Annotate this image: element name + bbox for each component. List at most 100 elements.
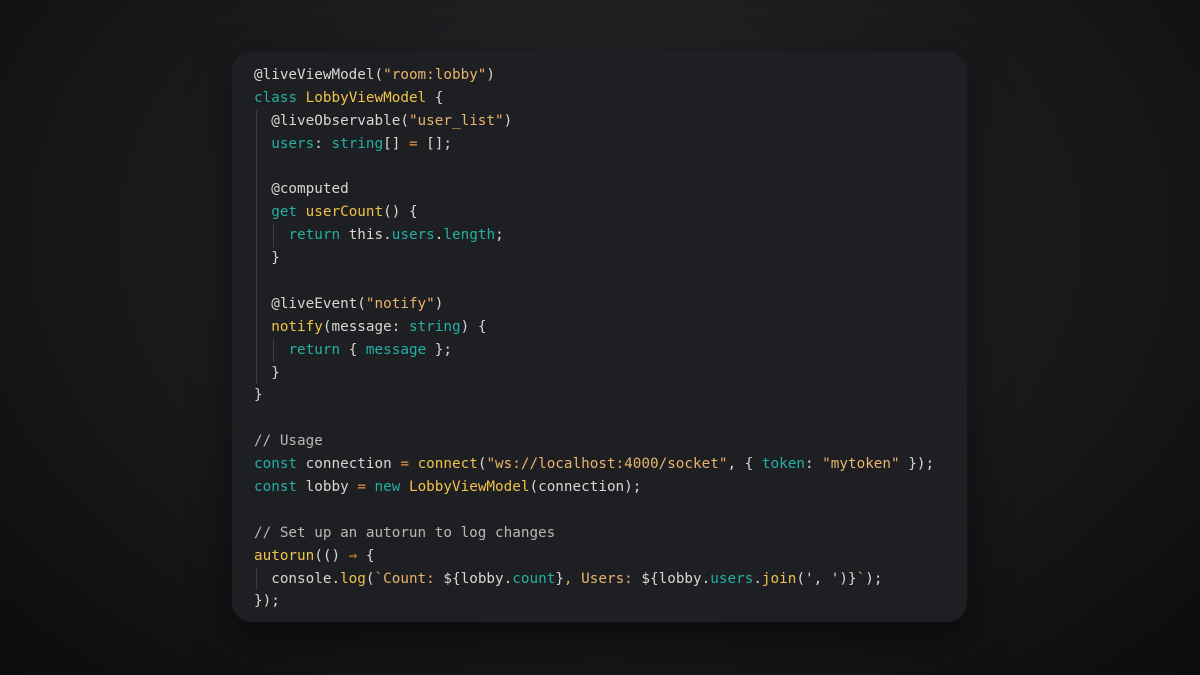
code-token: )	[486, 67, 496, 83]
code-token: string	[331, 135, 384, 152]
code-token: return	[288, 341, 349, 358]
code-line: class LobbyViewModel {	[254, 87, 934, 110]
indent-guide	[256, 338, 257, 362]
indent-guide	[256, 132, 257, 156]
code-line: return this.users.length;	[254, 224, 934, 248]
indent-guide	[273, 338, 275, 362]
code-token: users	[391, 227, 435, 244]
code-token: LobbyViewModel	[305, 89, 427, 106]
code-token: {	[348, 341, 366, 358]
code-token: length	[443, 227, 496, 244]
code-token: @liveEvent(	[254, 295, 366, 312]
code-line: // Set up an autorun to log changes	[254, 522, 934, 545]
code-token: users	[710, 570, 754, 587]
code-token: "ws://localhost:4000/socket"	[486, 456, 728, 473]
indent-guide	[256, 567, 257, 591]
code-token: LobbyViewModel	[408, 479, 530, 496]
code-line: }	[254, 361, 934, 385]
code-line	[254, 270, 934, 293]
code-token: return	[288, 227, 349, 244]
code-line: autorun(() ⇒ {	[254, 545, 934, 568]
code-token: }	[254, 387, 263, 404]
code-token: () {	[383, 204, 418, 221]
indent-guide	[256, 361, 257, 385]
code-line: console.log(`Count: ${lobby.count}, User…	[254, 567, 934, 591]
code-token: [];	[417, 135, 453, 152]
code-token: }	[555, 570, 564, 587]
code-token: autorun	[254, 547, 315, 564]
indent-guide	[256, 270, 257, 293]
code-line: notify(message: string) {	[254, 315, 934, 339]
code-line: get userCount() {	[254, 201, 934, 225]
code-line: @liveEvent("notify")	[254, 292, 934, 316]
code-token: get	[271, 204, 306, 221]
code-token: "mytoken"	[822, 456, 900, 473]
indent-guide	[256, 109, 257, 133]
indent-guide	[256, 178, 257, 202]
indent-guide	[256, 155, 257, 179]
code-line: }	[254, 247, 934, 271]
code-token: console.	[254, 570, 341, 587]
code-token: ;	[495, 227, 504, 244]
code-token: connection	[305, 456, 401, 473]
code-token: users	[271, 135, 315, 152]
code-token: @liveViewModel(	[254, 67, 384, 83]
code-line: });	[254, 590, 934, 613]
code-snippet-card: @liveViewModel("room:lobby") class LobbyV…	[232, 52, 967, 622]
code-token: =	[357, 479, 366, 496]
code-token: const	[254, 456, 306, 473]
code-line: const lobby = new LobbyViewModel(connect…	[254, 476, 934, 499]
code-token: .	[753, 570, 762, 587]
code-token: (message:	[322, 318, 409, 335]
indent-guide	[256, 201, 257, 225]
code-line: @liveObservable("user_list")	[254, 109, 934, 133]
code-token: (', ')}	[796, 570, 857, 587]
code-token: log	[340, 570, 366, 587]
code-token: // Usage	[254, 433, 323, 450]
code-token: connect	[417, 456, 478, 473]
code-token: ${lobby.	[641, 570, 711, 587]
code-token: });	[899, 456, 935, 473]
code-line: // Usage	[254, 430, 934, 453]
code-token: :	[314, 135, 332, 152]
code-token: (()	[314, 547, 349, 564]
indent-guide	[256, 247, 257, 271]
code-token: {	[426, 89, 444, 106]
code-token: count	[512, 570, 556, 587]
code-line: users: string[] = [];	[254, 132, 934, 156]
code-token: "user_list"	[408, 112, 504, 129]
code-token: message	[365, 341, 427, 358]
indent-guide	[256, 224, 257, 248]
code-token: "notify"	[365, 295, 435, 312]
code-token: (connection);	[529, 479, 642, 496]
code-line: @computed	[254, 178, 934, 202]
code-token: });	[254, 593, 280, 610]
code-token: , {	[727, 456, 762, 473]
code-token: ) {	[460, 318, 487, 335]
indent-guide	[256, 315, 257, 339]
code-token: =	[400, 456, 409, 473]
code-token: :	[804, 456, 823, 473]
code-token: "room:lobby"	[383, 67, 487, 83]
code-line	[254, 155, 934, 179]
code-token: new	[374, 479, 409, 496]
code-token: class	[254, 89, 306, 106]
code-token: const	[254, 479, 306, 496]
code-token: , Users:	[563, 570, 642, 587]
code-token: notify	[271, 318, 323, 335]
code-token: )	[503, 112, 513, 129]
code-token: };	[426, 341, 453, 358]
code-line: @liveViewModel("room:lobby")	[254, 64, 934, 87]
code-block: @liveViewModel("room:lobby") class LobbyV…	[254, 64, 934, 613]
code-token: `	[856, 570, 866, 587]
code-token: []	[383, 135, 409, 152]
indent-guide	[273, 224, 275, 248]
code-token: @liveObservable(	[254, 112, 409, 129]
code-token: (	[365, 570, 375, 587]
code-token: userCount	[305, 204, 384, 221]
